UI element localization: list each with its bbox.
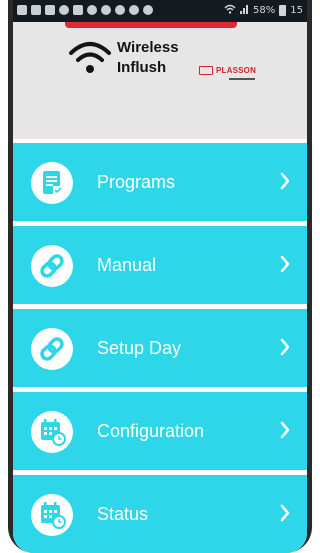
device-frame: 58% 15 Wireless Inflush PLASSON Programs… (8, 0, 312, 553)
chevron-right-icon (280, 504, 290, 522)
link-icon (31, 245, 73, 287)
chevron-right-icon (280, 255, 290, 273)
menu-item-manual[interactable]: Manual (13, 226, 307, 304)
chevron-right-icon (280, 421, 290, 439)
menu-item-programs[interactable]: Programs (13, 143, 307, 221)
app-screen: 58% 15 Wireless Inflush PLASSON Programs… (13, 0, 307, 553)
status-right: 58% 15 (224, 4, 303, 17)
link-icon (31, 328, 73, 370)
notification-icons (17, 5, 153, 15)
main-menu: Programs Manual Setup Day Configuration … (13, 143, 307, 553)
partner-logo-mark-icon (199, 66, 213, 75)
calendar-clock-icon (31, 411, 73, 453)
clock-time: 15 (290, 5, 303, 16)
battery-percentage: 58% (253, 5, 276, 16)
programs-clipboard-icon (31, 162, 73, 204)
menu-item-label: Manual (97, 255, 157, 275)
battery-icon (279, 5, 287, 16)
menu-item-label: Configuration (97, 421, 205, 441)
notification-icon (143, 5, 153, 15)
status-bar: 58% 15 (13, 0, 307, 22)
notification-icon (87, 5, 97, 15)
notification-icon (45, 5, 55, 15)
app-header: Wireless Inflush PLASSON (13, 22, 307, 139)
app-title-line2: Inflush (117, 59, 167, 76)
calendar-clock-icon (31, 494, 73, 536)
partner-logo-underline (229, 78, 255, 80)
chevron-right-icon (280, 338, 290, 356)
menu-item-status[interactable]: Status (13, 475, 307, 553)
menu-item-label: Status (97, 504, 149, 524)
notification-icon (129, 5, 139, 15)
notification-icon (31, 5, 41, 15)
menu-item-label: Programs (97, 172, 176, 192)
top-accent-bar (65, 22, 237, 28)
notification-icon (17, 5, 27, 15)
partner-logo: PLASSON (199, 66, 256, 75)
app-title-line1: Wireless (117, 39, 179, 56)
notification-icon (59, 5, 69, 15)
chevron-right-icon (280, 172, 290, 190)
download-icon (73, 5, 83, 15)
wifi-logo-icon (69, 42, 111, 73)
cell-signal-icon (240, 4, 249, 17)
app-title: Wireless Inflush (117, 38, 179, 78)
partner-logo-text: PLASSON (216, 66, 257, 75)
wifi-signal-icon (224, 4, 236, 17)
menu-item-configuration[interactable]: Configuration (13, 392, 307, 470)
menu-item-setup-day[interactable]: Setup Day (13, 309, 307, 387)
menu-item-label: Setup Day (97, 338, 182, 358)
notification-icon (115, 5, 125, 15)
notification-icon (101, 5, 111, 15)
